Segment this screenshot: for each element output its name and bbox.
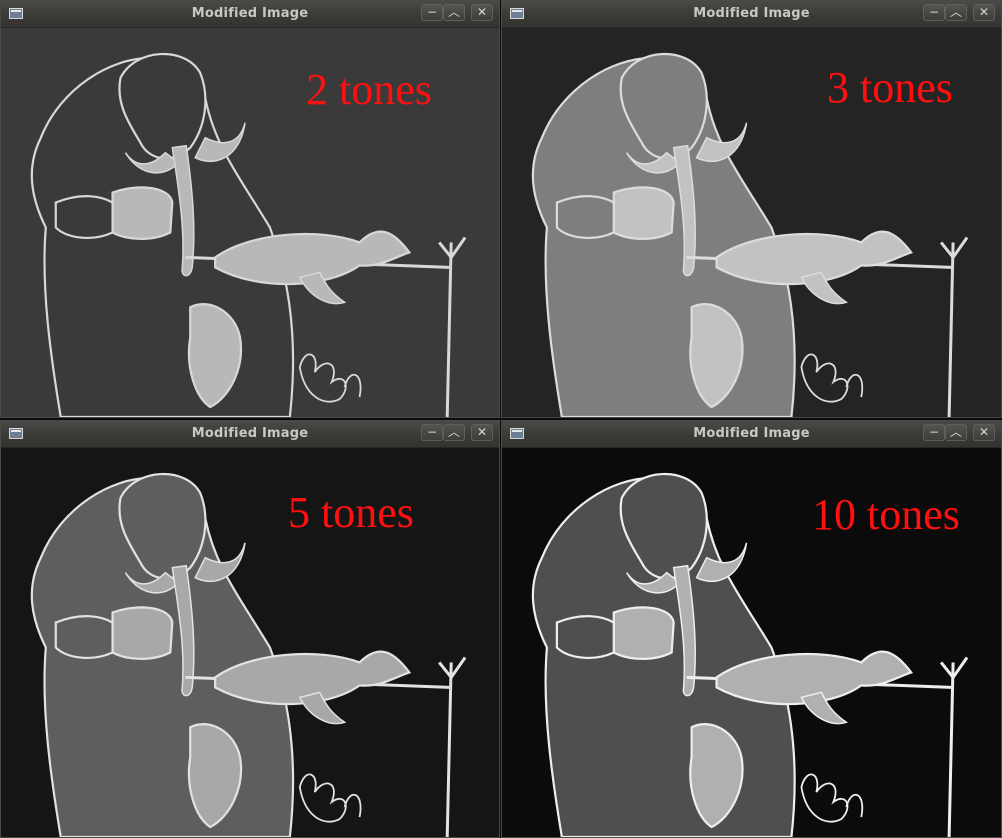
creature-fist (612, 186, 675, 240)
tone-count-label: 10 tones (812, 490, 960, 539)
minimize-icon[interactable]: − (421, 4, 443, 21)
tone-count-label: 3 tones (827, 63, 953, 112)
posterized-illustration (1, 448, 499, 837)
close-icon[interactable]: ✕ (471, 4, 493, 21)
close-icon[interactable]: ✕ (471, 424, 493, 441)
window-titlebar[interactable]: Modified Image − ︿ ✕ (1, 1, 499, 28)
image-canvas: 3 tones (502, 28, 1001, 417)
maximize-icon[interactable]: ︿ (443, 424, 465, 441)
creature-arm (54, 195, 114, 240)
minimize-icon[interactable]: − (923, 424, 945, 441)
minimize-icon[interactable]: − (421, 424, 443, 441)
image-window: Modified Image − ︿ ✕ 3 tones (501, 0, 1002, 418)
maximize-icon[interactable]: ︿ (945, 4, 967, 21)
window-titlebar[interactable]: Modified Image − ︿ ✕ (502, 1, 1001, 28)
tone-count-label: 2 tones (306, 65, 432, 114)
image-canvas: 5 tones (1, 448, 499, 837)
creature-fist (612, 606, 675, 660)
image-window: Modified Image − ︿ ✕ 2 tones (0, 0, 500, 418)
image-window: Modified Image − ︿ ✕ 10 tones (501, 420, 1002, 838)
creature-fist (111, 186, 174, 240)
window-titlebar[interactable]: Modified Image − ︿ ✕ (1, 421, 499, 448)
image-canvas: 2 tones (1, 28, 499, 417)
maximize-icon[interactable]: ︿ (443, 4, 465, 21)
close-icon[interactable]: ✕ (973, 4, 995, 21)
creature-arm (555, 195, 615, 240)
creature-fist (111, 606, 174, 660)
minimize-icon[interactable]: − (923, 4, 945, 21)
tone-count-label: 5 tones (288, 488, 414, 537)
maximize-icon[interactable]: ︿ (945, 424, 967, 441)
image-canvas: 10 tones (502, 448, 1001, 837)
window-titlebar[interactable]: Modified Image − ︿ ✕ (502, 421, 1001, 448)
close-icon[interactable]: ✕ (973, 424, 995, 441)
image-window: Modified Image − ︿ ✕ 5 tones (0, 420, 500, 838)
creature-arm (54, 615, 114, 660)
creature-arm (555, 615, 615, 660)
